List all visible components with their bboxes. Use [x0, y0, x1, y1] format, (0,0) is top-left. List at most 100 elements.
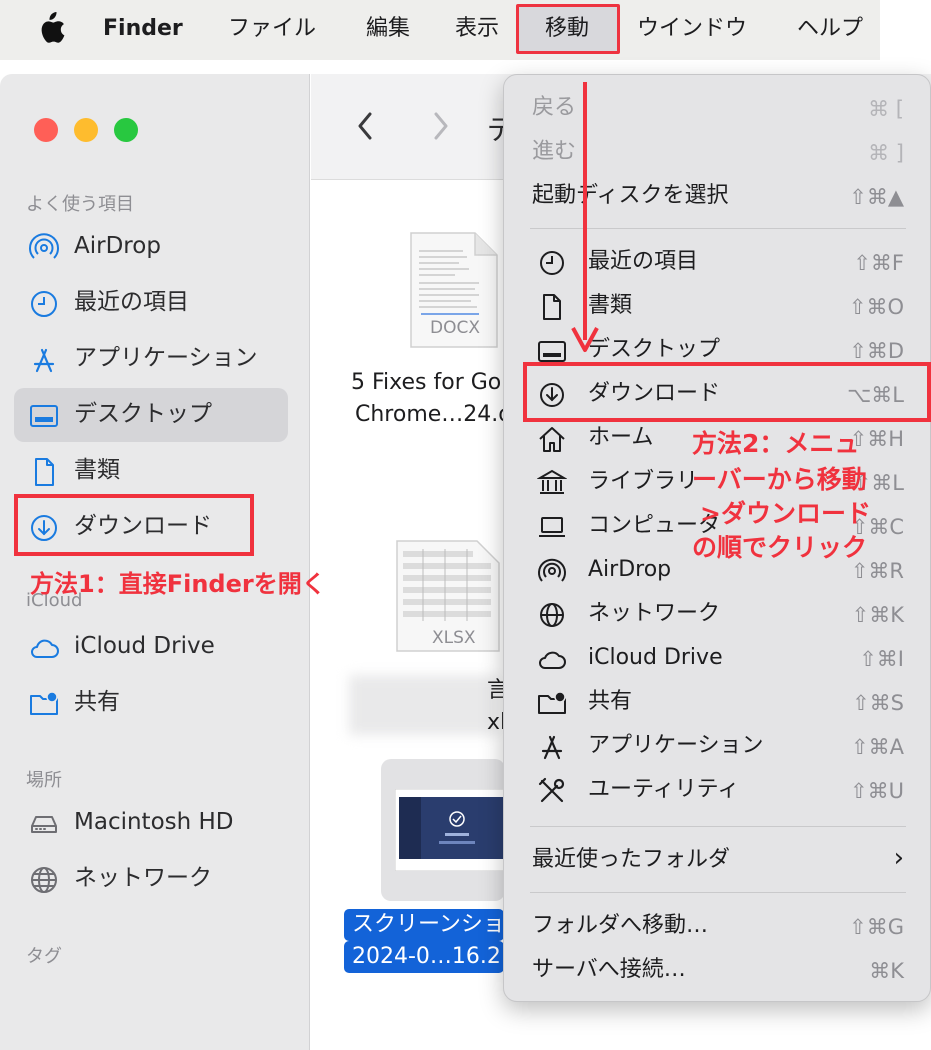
file-name-line2-selected: 2024-0…16.2	[344, 941, 504, 973]
sidebar-item-macintosh-hd[interactable]: Macintosh HD	[14, 796, 288, 850]
annotation-method-2-line3: >ダウンロード	[700, 499, 871, 528]
menu-item-shortcut: ⌘ [	[868, 97, 904, 121]
menu-item-applications[interactable]: アプリケーション ⇧⌘A	[504, 725, 930, 769]
menu-item-shortcut: ⇧⌘A	[851, 735, 904, 759]
disk-icon	[31, 816, 57, 833]
globe-icon	[31, 867, 57, 893]
sidebar-section-favorites: よく使う項目	[26, 194, 134, 215]
menu-item-recent-folders[interactable]: 最近使ったフォルダ ›	[504, 839, 930, 883]
document-icon	[543, 294, 561, 320]
sidebar-item-recents[interactable]: 最近の項目	[14, 276, 288, 330]
cloud-icon	[31, 639, 59, 658]
sidebar-item-desktop[interactable]: デスクトップ	[14, 388, 288, 442]
menu-item-connect-to-server[interactable]: サーバへ接続… ⌘K	[504, 949, 930, 993]
menu-view[interactable]: 表示	[455, 14, 499, 44]
annotation-method-2-line1: 方法2：メニュ	[692, 429, 860, 458]
utilities-icon	[538, 777, 565, 803]
document-icon	[35, 458, 54, 486]
sidebar-item-label: AirDrop	[74, 233, 161, 259]
sidebar-section-tags: タグ	[26, 946, 62, 967]
screenshot-thumbnail-icon	[395, 789, 507, 871]
library-icon	[537, 469, 567, 494]
annotation-method-2-line2: ーバーから移動	[692, 465, 867, 494]
back-button[interactable]	[351, 108, 381, 144]
menu-item-label: iCloud Drive	[588, 645, 723, 670]
menu-item-forward[interactable]: 進む ⌘ ]	[504, 131, 930, 175]
sidebar-item-applications[interactable]: アプリケーション	[14, 332, 288, 386]
menu-item-documents[interactable]: 書類 ⇧⌘O	[504, 285, 930, 329]
forward-button[interactable]	[425, 108, 455, 144]
menu-item-label: フォルダへ移動…	[532, 913, 709, 938]
home-icon	[539, 427, 565, 452]
shared-folder-icon	[538, 691, 566, 714]
menu-finder[interactable]: Finder	[103, 14, 183, 44]
menu-go[interactable]: 移動	[545, 14, 589, 44]
airdrop-icon	[538, 558, 566, 582]
menu-edit[interactable]: 編集	[366, 14, 410, 44]
menu-item-label: 最近使ったフォルダ	[532, 847, 731, 872]
menu-item-back[interactable]: 戻る ⌘ [	[504, 87, 930, 131]
menu-item-select-startup-disk[interactable]: 起動ディスクを選択 ⇧⌘▲	[504, 175, 930, 219]
applications-icon	[33, 348, 55, 373]
menu-item-network[interactable]: ネットワーク ⇧⌘K	[504, 593, 930, 637]
file-name-line1: 5 Fixes for Go	[351, 370, 502, 395]
sidebar-item-label: 共有	[74, 689, 120, 715]
menu-item-shortcut: ⌘ ]	[868, 141, 904, 165]
cloud-icon	[539, 651, 566, 669]
sidebar-item-documents[interactable]: 書類	[14, 444, 288, 498]
sidebar: よく使う項目 AirDrop 最近の項目 アプリケーション デスクトップ 書類 …	[0, 74, 310, 1050]
menu-item-shared[interactable]: 共有 ⇧⌘S	[504, 681, 930, 725]
menu-item-shortcut: ⇧⌘F	[853, 251, 904, 275]
menu-item-shortcut: ⇧⌘G	[849, 915, 904, 939]
menu-item-label: ネットワーク	[588, 601, 721, 626]
menu-item-label: 最近の項目	[588, 249, 699, 274]
computer-icon	[539, 517, 565, 537]
menu-item-shortcut: ⇧⌘K	[851, 603, 904, 627]
annotation-arrow	[571, 82, 599, 352]
menu-separator	[530, 892, 906, 893]
blurred-file-name	[349, 675, 499, 735]
minimize-window-button[interactable]	[74, 118, 98, 142]
menu-file[interactable]: ファイル	[228, 14, 316, 44]
clock-icon	[31, 291, 57, 317]
menu-item-label: 起動ディスクを選択	[532, 183, 729, 208]
sidebar-item-airdrop[interactable]: AirDrop	[14, 220, 288, 274]
menu-help[interactable]: ヘルプ	[797, 14, 863, 44]
menu-item-label: デスクトップ	[588, 337, 721, 362]
sidebar-item-icloud-drive[interactable]: iCloud Drive	[14, 620, 288, 674]
desktop-icon	[30, 405, 58, 427]
menu-item-label: アプリケーション	[588, 733, 764, 758]
menu-item-label: 共有	[588, 689, 633, 714]
file-name-line2: Chrome…24.d	[355, 402, 513, 427]
menu-bar: Finder ファイル 編集 表示 移動 ウインドウ ヘルプ	[0, 0, 880, 60]
file-type-badge: XLSX	[432, 628, 476, 648]
menu-window[interactable]: ウインドウ	[637, 14, 747, 44]
zoom-window-button[interactable]	[114, 118, 138, 142]
annotation-box-sidebar-downloads	[14, 494, 254, 556]
apple-logo-icon[interactable]	[36, 10, 66, 46]
sidebar-item-label: iCloud Drive	[74, 633, 215, 659]
menu-item-label: ライブラリ	[588, 469, 699, 494]
annotation-box-menu-downloads	[523, 362, 931, 422]
sidebar-item-label: 書類	[74, 457, 120, 483]
shared-folder-icon	[30, 691, 58, 715]
menu-item-recents[interactable]: 最近の項目 ⇧⌘F	[504, 241, 930, 285]
menu-item-label: サーバへ接続…	[532, 957, 686, 982]
close-window-button[interactable]	[34, 118, 58, 142]
sidebar-item-label: ネットワーク	[74, 865, 212, 891]
file-type-badge: DOCX	[430, 318, 480, 338]
clock-icon	[540, 251, 564, 275]
menu-item-label: AirDrop	[588, 557, 672, 582]
menu-separator	[530, 826, 906, 827]
menu-item-utilities[interactable]: ユーティリティ ⇧⌘U	[504, 769, 930, 813]
menu-item-shortcut: ⇧⌘▲	[849, 185, 904, 209]
annotation-method-2-line4: の順でクリック	[692, 533, 868, 562]
menu-item-icloud-drive[interactable]: iCloud Drive ⇧⌘I	[504, 637, 930, 681]
sidebar-item-network[interactable]: ネットワーク	[14, 852, 288, 906]
airdrop-icon	[29, 233, 59, 259]
menu-item-shortcut: ⇧⌘U	[850, 779, 904, 803]
menu-item-go-to-folder[interactable]: フォルダへ移動… ⇧⌘G	[504, 905, 930, 949]
sidebar-item-shared[interactable]: 共有	[14, 676, 288, 730]
sidebar-item-label: Macintosh HD	[74, 809, 234, 835]
applications-icon	[541, 735, 563, 760]
